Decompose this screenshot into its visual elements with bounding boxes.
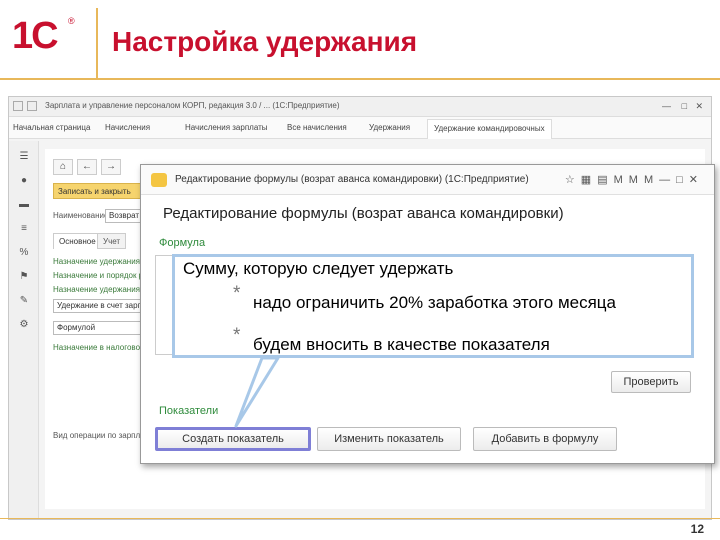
callout-item: будем вносить в качестве показателя (253, 335, 550, 354)
footer-line (0, 518, 720, 519)
bullet-icon: * (233, 283, 241, 304)
callout-item: надо ограничить 20% заработка этого меся… (253, 293, 617, 312)
callout-pointer (234, 356, 280, 428)
annotation-callout: Сумму, которую следует удержать * надо о… (172, 254, 694, 358)
page-number: 12 (690, 522, 704, 536)
callout-title: Сумму, которую следует удержать (183, 259, 454, 278)
bullet-icon: * (233, 325, 241, 346)
